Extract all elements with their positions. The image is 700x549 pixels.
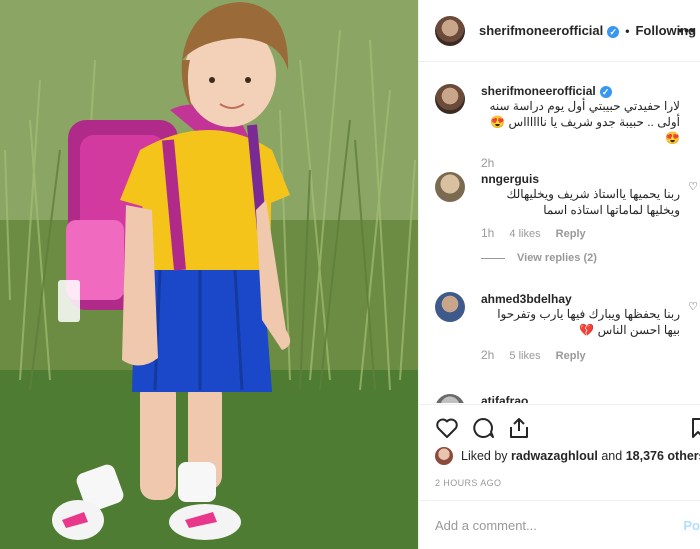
reply-button[interactable]: Reply [556,350,586,362]
avatar[interactable] [435,15,465,46]
post-button[interactable]: Po [683,518,700,533]
comment-meta: 2h [481,156,680,170]
header-username[interactable]: sherifmoneerofficial [479,23,603,38]
post-timestamp: 2 HOURS AGO [435,478,502,488]
verified-icon: ✓ [599,86,612,98]
liked-by-middle: and [597,449,626,463]
avatar[interactable] [435,172,465,202]
post-header: sherifmoneerofficial ✓ • Following ••• [419,0,700,62]
comment-body: ahmed3bdelhay ربنا يحفظها ويبارك فيها يا… [481,292,680,362]
comment-icon[interactable] [471,417,495,439]
comment-input[interactable]: Add a comment... [435,518,537,533]
comment-username: sherifmoneerofficial ✓ [481,84,680,98]
separator-dot: • [625,24,630,38]
action-bar [419,404,700,442]
comment-body: atifafrao ... [481,394,680,403]
divider [481,257,505,259]
comment-meta: 1h 4 likes Reply [481,226,680,240]
avatar[interactable] [435,292,465,322]
post-image [0,0,418,549]
comment-body: sherifmoneerofficial ✓ لارا حفيدتي حبيبتي… [481,84,680,170]
comment-text: ربنا يحميها يااستاذ شريف ويخليهالك ويخلي… [506,187,680,217]
view-replies-button[interactable]: View replies (2) [481,252,680,264]
likes-count[interactable]: 18,376 others [626,449,700,463]
like-comment-heart-icon[interactable]: ♡ [688,180,698,193]
liked-by-prefix: Liked by [461,449,508,463]
comment-username[interactable]: nngerguis [481,172,680,186]
like-comment-heart-icon[interactable]: ♡ [688,300,698,313]
header-username-row: sherifmoneerofficial ✓ • Following [479,23,696,38]
comment-time: 1h [481,226,495,240]
comment-username[interactable]: ahmed3bdelhay [481,292,680,306]
post-photo[interactable] [0,0,418,549]
share-icon[interactable] [507,417,531,439]
reply-button[interactable]: Reply [556,228,586,240]
comment-body: nngerguis ربنا يحميها يااستاذ شريف ويخلي… [481,172,680,264]
avatar[interactable] [435,447,453,465]
comment-meta: 2h 5 likes Reply [481,348,680,362]
post-panel: sherifmoneerofficial ✓ • Following ••• sher… [418,0,700,549]
more-options-icon[interactable]: ••• [678,22,696,38]
avatar[interactable] [435,84,465,114]
comment-time: 2h [481,156,495,170]
bookmark-icon[interactable] [691,417,700,439]
avatar[interactable] [435,394,465,403]
verified-icon: ✓ [607,26,620,38]
comment-username[interactable]: atifafrao [481,394,680,403]
comment-text: لارا حفيدتي حبيبتي أول يوم دراسة سنه أول… [489,99,680,145]
comment-time: 2h [481,348,495,362]
comments-list[interactable]: sherifmoneerofficial ✓ لارا حفيدتي حبيبتي… [419,63,700,403]
liked-by[interactable]: Liked by radwazaghloul and 18,376 others [435,447,700,465]
comment-text: ربنا يحفظها ويبارك فيها يارب وتفرحوا بيه… [497,307,680,337]
comment-likes[interactable]: 4 likes [509,228,540,240]
add-comment-bar: Add a comment... Po [419,500,700,549]
comment-likes[interactable]: 5 likes [509,350,540,362]
liked-by-user[interactable]: radwazaghloul [511,449,598,463]
like-heart-icon[interactable] [435,417,459,439]
